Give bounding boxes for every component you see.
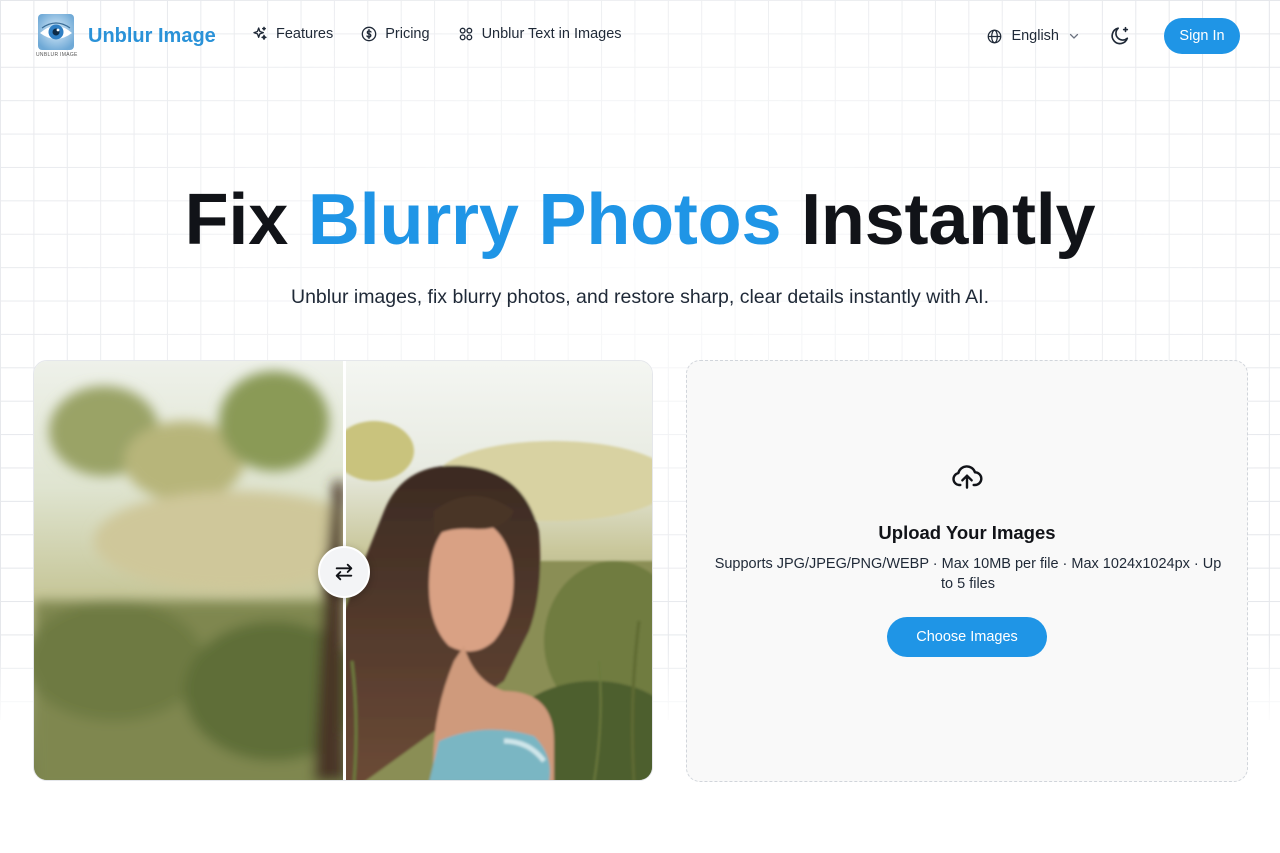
dollar-circle-icon xyxy=(361,26,377,42)
brand-name: Unblur Image xyxy=(88,24,216,47)
logo-caption: UNBLUR IMAGE xyxy=(36,52,78,58)
nav-pricing-label: Pricing xyxy=(385,26,430,42)
upload-description: Supports JPG/JPEG/PNG/WEBP · Max 10MB pe… xyxy=(714,556,1222,592)
nav-features-label: Features xyxy=(276,26,334,42)
language-selector[interactable]: English xyxy=(987,28,1080,44)
grid-icon xyxy=(459,27,472,41)
nav-unblur-text[interactable]: Unblur Text in Images xyxy=(458,26,622,42)
language-label: English xyxy=(1011,28,1059,44)
swap-arrows-icon xyxy=(335,563,353,581)
hero-title-accent: Blurry Photos xyxy=(307,180,782,260)
main-nav: Features Pricing Unblur Text in Images xyxy=(252,26,650,42)
slider-handle[interactable] xyxy=(318,546,370,598)
before-after-slider[interactable] xyxy=(33,360,653,781)
upload-dropzone[interactable]: Upload Your Images Supports JPG/JPEG/PNG… xyxy=(686,360,1248,782)
eye-logo-icon: UNBLUR IMAGE xyxy=(36,14,78,58)
theme-toggle[interactable] xyxy=(1108,24,1132,48)
logo-link[interactable]: UNBLUR IMAGE Unblur Image xyxy=(36,14,216,58)
upload-title: Upload Your Images xyxy=(878,522,1056,543)
sign-in-button[interactable]: Sign In xyxy=(1164,18,1240,54)
hero-title-prefix: Fix xyxy=(184,180,308,260)
globe-icon xyxy=(988,29,1002,43)
hero-subtitle: Unblur images, fix blurry photos, and re… xyxy=(291,286,989,308)
sparkles-icon xyxy=(253,26,267,40)
cloud-upload-icon xyxy=(952,465,983,489)
site-header: UNBLUR IMAGE Unblur Image Features Prici… xyxy=(0,0,1280,72)
nav-unblur-text-label: Unblur Text in Images xyxy=(481,26,622,42)
choose-images-button[interactable]: Choose Images xyxy=(887,617,1047,657)
moon-sparkle-icon xyxy=(1111,26,1129,45)
hero-title-suffix: Instantly xyxy=(781,180,1096,260)
nav-pricing[interactable]: Pricing xyxy=(361,26,430,42)
chevron-down-icon xyxy=(1069,33,1079,39)
header-controls: English Sign In xyxy=(987,18,1240,54)
hero-title: Fix Blurry Photos Instantly xyxy=(0,180,1280,260)
nav-features[interactable]: Features xyxy=(252,26,333,42)
